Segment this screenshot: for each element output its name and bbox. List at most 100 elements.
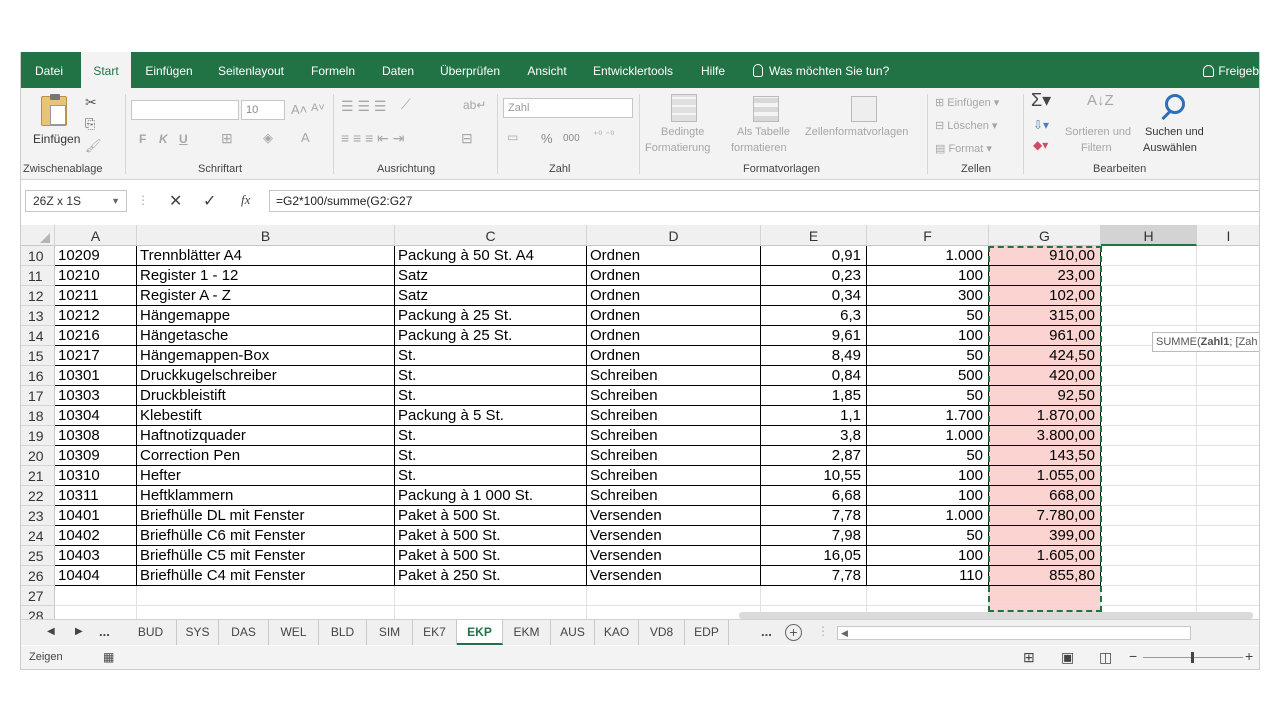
cell-d[interactable]: Versenden [587,566,761,586]
cell-e[interactable]: 0,34 [761,286,867,306]
row-header[interactable]: 20 [21,446,55,466]
fill-color-icon[interactable]: ◈ [263,130,273,146]
cell-f[interactable]: 300 [867,286,989,306]
cell-i[interactable] [1197,466,1259,486]
cell-f[interactable]: 100 [867,546,989,566]
sheet-tab-bud[interactable]: BUD [125,620,177,645]
thousands-button[interactable]: 000 [563,133,580,144]
cell-b[interactable]: Heftklammern [137,486,395,506]
align-left-icon[interactable]: ≡ ≡ ≡ ⇤ ⇥ [341,130,405,147]
cell-g[interactable]: 424,50 [989,346,1101,366]
cell-b[interactable]: Haftnotizquader [137,426,395,446]
page-layout-view-icon[interactable]: ▣ [1061,649,1074,666]
cell-a[interactable]: 10301 [55,366,137,386]
cell-e[interactable]: 7,78 [761,566,867,586]
cell-f[interactable]: 110 [867,566,989,586]
cell-b[interactable]: Druckbleistift [137,386,395,406]
cell-c[interactable]: St. [395,466,587,486]
tell-me-search[interactable]: Was möchten Sie tun? [753,52,889,88]
cell-i[interactable] [1197,566,1259,586]
cell-c[interactable]: St. [395,446,587,466]
row-header[interactable]: 12 [21,286,55,306]
formula-input[interactable]: =G2*100/summe(G2:G27 [269,190,1259,212]
cell-h[interactable] [1101,526,1197,546]
cell-h[interactable] [1101,306,1197,326]
cell-b[interactable]: Briefhülle C5 mit Fenster [137,546,395,566]
underline-button[interactable]: U [179,132,188,146]
tab-datei[interactable]: Datei [23,52,75,88]
tab-einfuegen[interactable]: Einfügen [138,52,200,88]
sheet-tab-wel[interactable]: WEL [269,620,319,645]
cell-b[interactable]: Trennblätter A4 [137,246,395,266]
sheet-tab-ekm[interactable]: EKM [503,620,551,645]
cell-c[interactable]: Paket à 500 St. [395,506,587,526]
cell-e[interactable]: 0,91 [761,246,867,266]
cell-d[interactable]: Ordnen [587,306,761,326]
row-header[interactable]: 11 [21,266,55,286]
sheet-tab-kao[interactable]: KAO [595,620,639,645]
drag-divider-icon[interactable]: ⋮ [817,624,829,638]
clear-icon[interactable]: ◆▾ [1033,138,1048,152]
cell-g[interactable]: 668,00 [989,486,1101,506]
row-header[interactable]: 16 [21,366,55,386]
cell-c[interactable]: Paket à 500 St. [395,546,587,566]
cell-h[interactable] [1101,486,1197,506]
row-header[interactable]: 23 [21,506,55,526]
copy-icon[interactable]: ⎘ [85,116,95,132]
row-header[interactable]: 18 [21,406,55,426]
format-as-table-button[interactable]: Als Tabelle formatieren [731,92,801,160]
zoom-slider-thumb[interactable] [1191,652,1194,663]
cell-d[interactable]: Ordnen [587,326,761,346]
tab-formeln[interactable]: Formeln [301,52,365,88]
cell-g[interactable]: 910,00 [989,246,1101,266]
enter-icon[interactable]: ✓ [203,191,216,211]
cell-i[interactable] [1197,486,1259,506]
cell-c[interactable]: Packung à 1 000 St. [395,486,587,506]
cell-e[interactable]: 1,1 [761,406,867,426]
cell-h[interactable] [1101,546,1197,566]
sheet-tab-aus[interactable]: AUS [551,620,595,645]
cell-g[interactable]: 102,00 [989,286,1101,306]
tab-entwicklertools[interactable]: Entwicklertools [585,52,681,88]
cell-g[interactable]: 420,00 [989,366,1101,386]
wrap-text-icon[interactable]: ab↵ [463,98,486,112]
cell-h[interactable] [1101,586,1197,606]
cell-h[interactable] [1101,386,1197,406]
cell-a[interactable] [55,586,137,606]
cell-h[interactable] [1101,246,1197,266]
italic-button[interactable]: K [159,132,168,146]
cell-e[interactable]: 7,98 [761,526,867,546]
cell-i[interactable] [1197,446,1259,466]
cell-b[interactable]: Klebestift [137,406,395,426]
more-sheets-right[interactable]: ... [761,624,772,639]
cell-e[interactable] [761,586,867,606]
cell-f[interactable]: 100 [867,266,989,286]
horizontal-scroll-thumb[interactable] [739,612,1253,619]
sheet-tab-vd8[interactable]: VD8 [639,620,685,645]
cell-b[interactable]: Hängetasche [137,326,395,346]
cell-g[interactable]: 1.870,00 [989,406,1101,426]
cell-e[interactable]: 0,23 [761,266,867,286]
insert-function-icon[interactable]: fx [241,192,250,208]
cell-a[interactable]: 10304 [55,406,137,426]
zoom-slider[interactable] [1143,652,1243,663]
sheet-tab-sys[interactable]: SYS [177,620,219,645]
select-all-corner[interactable] [21,225,55,246]
cell-a[interactable]: 10303 [55,386,137,406]
tab-seitenlayout[interactable]: Seitenlayout [210,52,292,88]
cell-a[interactable]: 10216 [55,326,137,346]
cell-b[interactable]: Correction Pen [137,446,395,466]
cell-a[interactable]: 10210 [55,266,137,286]
grow-font-icon[interactable]: A˄ [291,102,307,117]
cell-a[interactable]: 10403 [55,546,137,566]
sort-filter-button[interactable]: A↓Z Sortieren und Filtern [1065,92,1139,160]
cell-c[interactable]: Satz [395,286,587,306]
row-header[interactable]: 15 [21,346,55,366]
cell-h[interactable] [1101,466,1197,486]
cell-a[interactable] [55,606,137,619]
cell-a[interactable]: 10309 [55,446,137,466]
cell-h[interactable] [1101,446,1197,466]
column-header-f[interactable]: F [867,225,989,246]
tab-ansicht[interactable]: Ansicht [517,52,577,88]
cell-f[interactable]: 1.000 [867,426,989,446]
